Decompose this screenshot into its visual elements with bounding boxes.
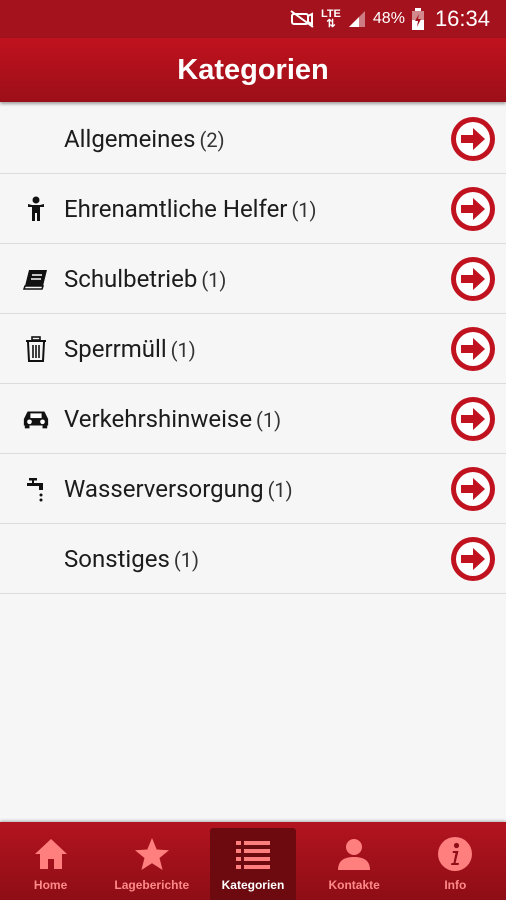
category-count: (1) xyxy=(173,547,199,572)
nav-kontakte[interactable]: Kontakte xyxy=(311,828,397,900)
category-label: Schulbetrieb xyxy=(64,264,198,293)
category-label: Allgemeines xyxy=(64,124,196,153)
category-count: (1) xyxy=(170,337,196,362)
status-bar: LTE ⇅ 48% 16:34 xyxy=(0,0,506,38)
car-icon xyxy=(22,405,50,433)
network-type: LTE xyxy=(320,8,341,20)
category-row-sonstiges[interactable]: Sonstiges (1) xyxy=(0,524,506,594)
faucet-icon xyxy=(22,475,50,503)
nav-label: Info xyxy=(444,878,467,892)
person-icon xyxy=(22,195,50,223)
category-label: Verkehrshinweise xyxy=(64,404,253,433)
arrow-right-icon[interactable] xyxy=(450,116,496,162)
category-label: Wasserversorgung xyxy=(64,474,264,503)
nav-lageberichte[interactable]: Lageberichte xyxy=(109,828,195,900)
category-row-wasserversorgung[interactable]: Wasserversorgung (1) xyxy=(0,454,506,524)
arrow-right-icon[interactable] xyxy=(450,186,496,232)
arrow-right-icon[interactable] xyxy=(450,256,496,302)
nav-label: Kategorien xyxy=(221,878,285,892)
info-icon xyxy=(438,837,473,871)
arrow-right-icon[interactable] xyxy=(450,466,496,512)
category-label: Ehrenamtliche Helfer xyxy=(64,194,288,223)
category-list: Allgemeines (2) Ehrenamtliche Helfer (1) S… xyxy=(0,104,506,594)
trash-icon xyxy=(22,335,50,363)
category-count: (1) xyxy=(201,267,227,292)
category-count: (1) xyxy=(267,477,293,502)
list-icon xyxy=(235,841,270,869)
nav-kategorien[interactable]: Kategorien xyxy=(209,828,296,900)
arrow-right-icon[interactable] xyxy=(450,326,496,372)
mute-icon xyxy=(289,9,315,29)
lte-icon: LTE ⇅ xyxy=(320,8,341,30)
category-text: Sperrmüll (1) xyxy=(64,335,196,363)
category-text: Schulbetrieb (1) xyxy=(64,265,226,293)
category-label: Sonstiges xyxy=(64,544,170,573)
home-icon xyxy=(34,839,67,869)
person-icon xyxy=(338,839,371,870)
category-row-ehrenamtliche-helfer[interactable]: Ehrenamtliche Helfer (1) xyxy=(0,174,506,244)
battery-percent: 48% xyxy=(372,10,405,27)
category-text: Verkehrshinweise (1) xyxy=(64,405,281,433)
arrow-right-icon[interactable] xyxy=(450,396,496,442)
category-row-allgemeines[interactable]: Allgemeines (2) xyxy=(0,104,506,174)
book-icon xyxy=(22,265,50,293)
category-count: (1) xyxy=(256,407,282,432)
category-row-sperrmuell[interactable]: Sperrmüll (1) xyxy=(0,314,506,384)
battery-icon xyxy=(411,8,425,30)
category-row-verkehrshinweise[interactable]: Verkehrshinweise (1) xyxy=(0,384,506,454)
category-text: Wasserversorgung (1) xyxy=(64,475,293,503)
nav-label: Kontakte xyxy=(328,878,380,892)
star-icon xyxy=(134,838,169,870)
clock: 16:34 xyxy=(434,6,490,31)
category-text: Allgemeines (2) xyxy=(64,125,225,153)
category-text: Sonstiges (1) xyxy=(64,545,199,573)
category-row-schulbetrieb[interactable]: Schulbetrieb (1) xyxy=(0,244,506,314)
signal-icon xyxy=(347,9,367,29)
nav-info[interactable]: Info xyxy=(412,828,498,900)
category-count: (1) xyxy=(291,197,317,222)
category-label: Sperrmüll xyxy=(64,334,167,363)
category-count: (2) xyxy=(199,127,225,152)
app-header: Kategorien xyxy=(0,38,506,102)
page-title: Kategorien xyxy=(177,53,329,86)
nav-home[interactable]: Home xyxy=(8,828,94,900)
nav-label: Home xyxy=(33,878,68,892)
bottom-nav: Home Lageberichte Kategorien Kontakte In… xyxy=(0,822,506,900)
category-text: Ehrenamtliche Helfer (1) xyxy=(64,195,317,223)
nav-label: Lageberichte xyxy=(114,878,190,892)
arrow-right-icon[interactable] xyxy=(450,536,496,582)
